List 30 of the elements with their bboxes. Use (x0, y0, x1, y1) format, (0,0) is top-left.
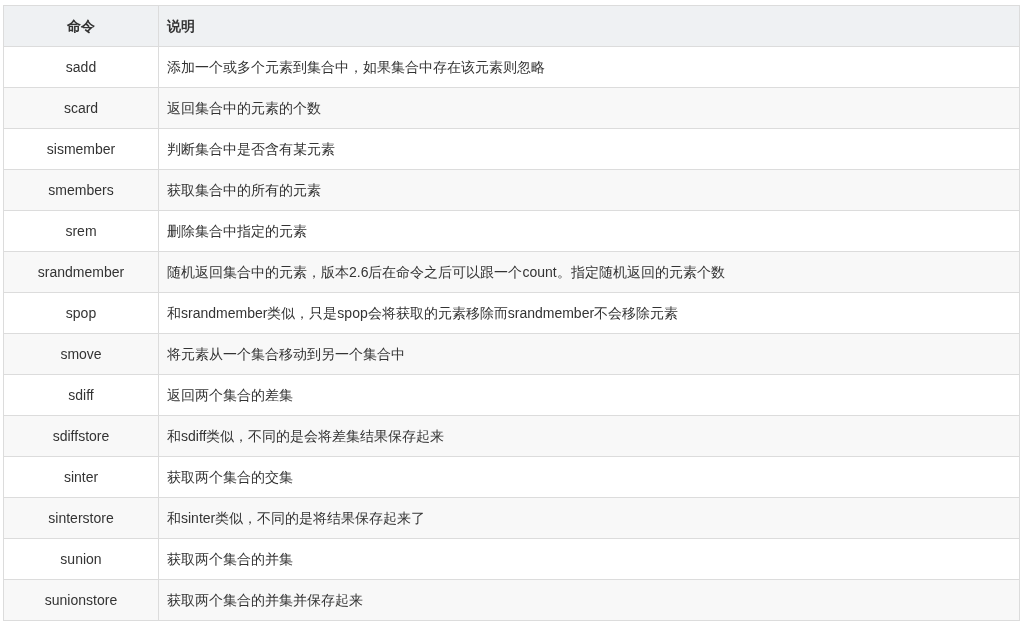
description-cell: 获取两个集合的交集 (158, 456, 1020, 498)
description-cell: 随机返回集合中的元素，版本2.6后在命令之后可以跟一个count。指定随机返回的元素个数 (158, 251, 1020, 293)
description-cell: 删除集合中指定的元素 (158, 210, 1020, 252)
command-cell: sunionstore (3, 579, 159, 621)
command-cell: scard (3, 87, 159, 129)
description-cell: 判断集合中是否含有某元素 (158, 128, 1020, 170)
command-cell: sinter (3, 456, 159, 498)
command-cell: smembers (3, 169, 159, 211)
command-cell: sadd (3, 46, 159, 88)
command-cell: sismember (3, 128, 159, 170)
description-cell: 和sinter类似，不同的是将结果保存起来了 (158, 497, 1020, 539)
command-cell: smove (3, 333, 159, 375)
description-cell: 返回两个集合的差集 (158, 374, 1020, 416)
column-header: 说明 (158, 5, 1020, 47)
command-cell: sdiff (3, 374, 159, 416)
description-cell: 获取两个集合的并集 (158, 538, 1020, 580)
command-cell: srem (3, 210, 159, 252)
command-cell: spop (3, 292, 159, 334)
description-cell: 获取集合中的所有的元素 (158, 169, 1020, 211)
description-cell: 将元素从一个集合移动到另一个集合中 (158, 333, 1020, 375)
command-cell: srandmember (3, 251, 159, 293)
command-cell: sdiffstore (3, 415, 159, 457)
description-cell: 添加一个或多个元素到集合中，如果集合中存在该元素则忽略 (158, 46, 1020, 88)
description-cell: 返回集合中的元素的个数 (158, 87, 1020, 129)
description-cell: 和sdiff类似，不同的是会将差集结果保存起来 (158, 415, 1020, 457)
column-header: 命令 (3, 5, 159, 47)
command-cell: sinterstore (3, 497, 159, 539)
description-cell: 获取两个集合的并集并保存起来 (158, 579, 1020, 621)
command-cell: sunion (3, 538, 159, 580)
description-cell: 和srandmember类似，只是spop会将获取的元素移除而srandmember不会移除元素 (158, 292, 1020, 334)
